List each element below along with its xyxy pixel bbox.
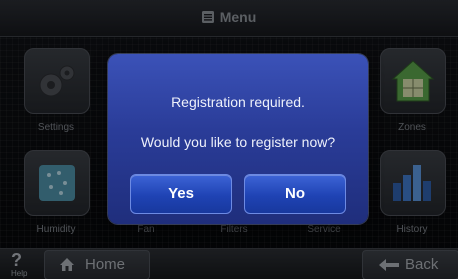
thermostat-screen: Menu Settings Zones Humidity Fan Filters… (0, 0, 458, 279)
dialog-question: Would you like to register now? (140, 134, 336, 150)
registration-dialog: Registration required. Would you like to… (108, 54, 368, 224)
dialog-message: Registration required. (171, 94, 305, 110)
yes-button[interactable]: Yes (130, 174, 232, 214)
no-button[interactable]: No (244, 174, 346, 214)
